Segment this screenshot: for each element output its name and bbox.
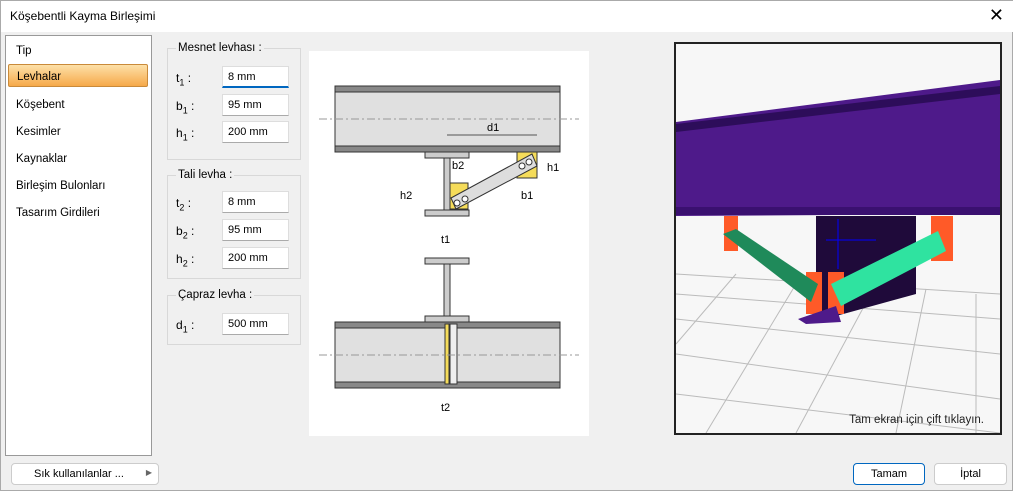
b1-label: b1 :: [176, 99, 195, 116]
cancel-button[interactable]: İptal: [934, 463, 1007, 485]
sidebar-item-kaynaklar[interactable]: Kaynaklar: [8, 147, 148, 170]
tali-levha-group: Tali levha : t2 : b2 : h2 :: [167, 169, 301, 279]
sidebar-item-levhalar[interactable]: Levhalar: [8, 64, 148, 87]
dim-b1: b1: [521, 190, 533, 202]
group-legend: Çapraz levha :: [176, 289, 255, 301]
d1-input[interactable]: [222, 313, 289, 335]
mesnet-levhasi-group: Mesnet levhası : t1 : b1 : h1 :: [167, 42, 301, 160]
sidebar-item-birlesim-bulonlari[interactable]: Birleşim Bulonları: [8, 174, 148, 197]
favorites-button[interactable]: Sık kullanılanlar ... ▶: [11, 463, 159, 485]
sidebar: Tip Levhalar Köşebent Kesimler Kaynaklar…: [5, 35, 152, 456]
close-icon[interactable]: ✕: [989, 5, 1004, 26]
t1-label: t1 :: [176, 71, 192, 88]
group-legend: Mesnet levhası :: [176, 42, 264, 54]
b2-label: b2 :: [176, 224, 195, 241]
connection-diagram: d1 h1 b1 b2 h2 t1 t2: [309, 51, 589, 436]
b1-input[interactable]: [222, 94, 289, 116]
sidebar-item-kesimler[interactable]: Kesimler: [8, 120, 148, 143]
sidebar-item-tip[interactable]: Tip: [8, 39, 148, 62]
ok-button[interactable]: Tamam: [853, 463, 925, 485]
t1-input[interactable]: [222, 66, 289, 88]
favorites-label: Sık kullanılanlar ...: [34, 468, 124, 480]
dim-h2: h2: [400, 190, 412, 202]
t2-label: t2 :: [176, 196, 192, 213]
h1-label: h1 :: [176, 126, 195, 143]
title-bar: Köşebentli Kayma Birleşimi ✕: [1, 1, 1013, 32]
dim-t2: t2: [441, 402, 450, 414]
chevron-right-icon: ▶: [145, 468, 152, 477]
sidebar-item-tasarim-girdileri[interactable]: Tasarım Girdileri: [8, 201, 148, 224]
h2-input[interactable]: [222, 247, 289, 269]
h2-label: h2 :: [176, 252, 195, 269]
dim-h1: h1: [547, 162, 559, 174]
beam-3d: [676, 80, 1000, 216]
column-elevation: [424, 257, 470, 323]
window-title: Köşebentli Kayma Birleşimi: [10, 9, 156, 23]
dim-d1: d1: [487, 122, 499, 134]
dim-t1: t1: [441, 234, 450, 246]
angle-left-3d: [723, 229, 818, 302]
fullscreen-hint: Tam ekran için çift tıklayın.: [849, 414, 984, 426]
d1-label: d1 :: [176, 318, 195, 335]
sidebar-item-kosebent[interactable]: Köşebent: [8, 93, 148, 116]
h1-input[interactable]: [222, 121, 289, 143]
dim-b2: b2: [452, 160, 464, 172]
t2-input[interactable]: [222, 191, 289, 213]
capraz-levha-group: Çapraz levha : d1 :: [167, 289, 301, 345]
3d-preview[interactable]: Tam ekran için çift tıklayın.: [674, 42, 1002, 435]
b2-input[interactable]: [222, 219, 289, 241]
group-legend: Tali levha :: [176, 169, 235, 181]
